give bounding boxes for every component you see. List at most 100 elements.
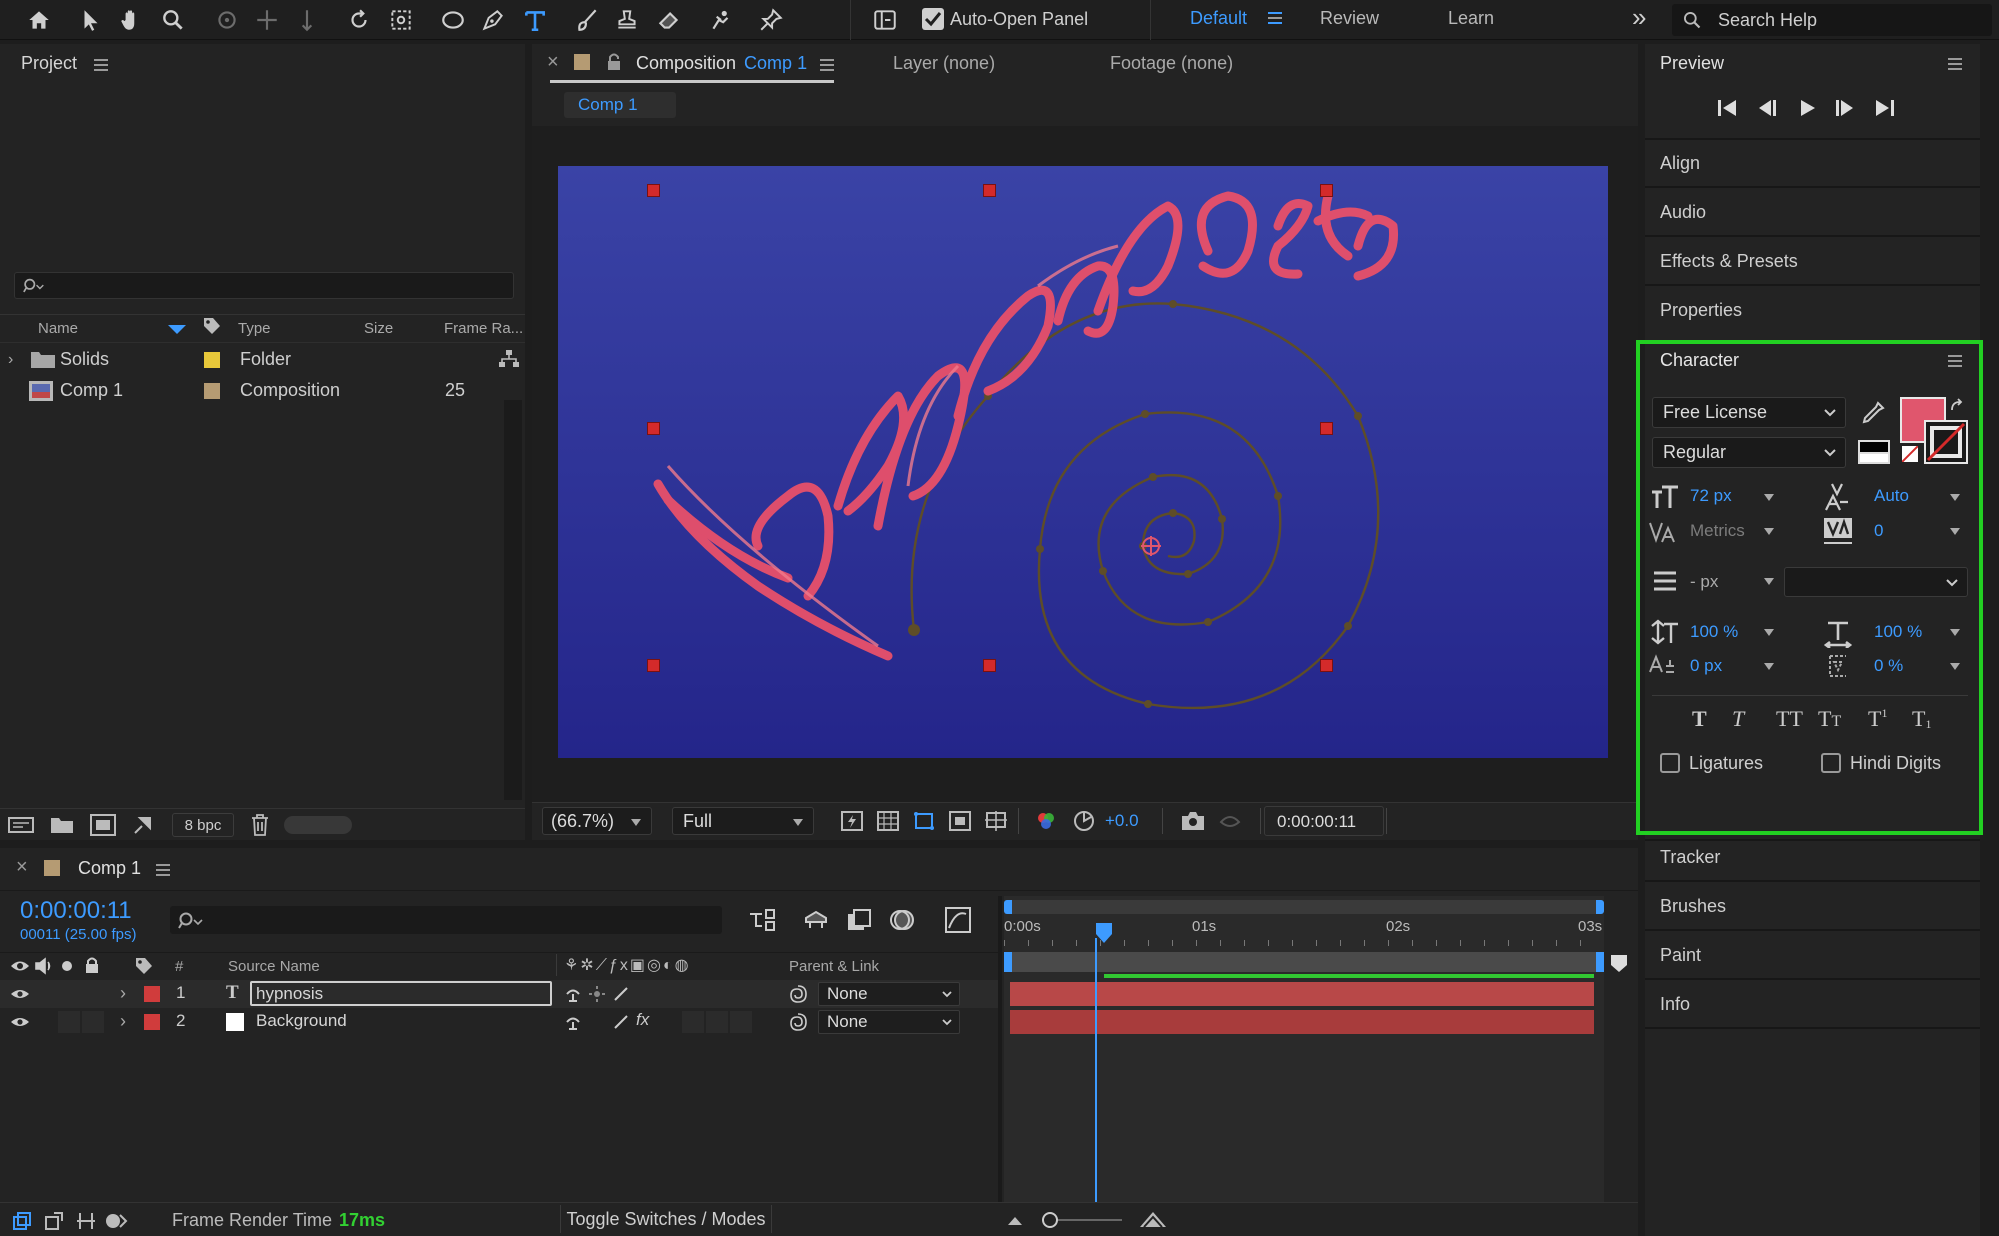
project-col-framerate[interactable]: Frame Ra...: [444, 320, 523, 337]
layer-name[interactable]: Background: [256, 1011, 347, 1031]
transparency-grid-icon[interactable]: [876, 810, 900, 832]
current-time-display[interactable]: 0:00:00:11: [1264, 806, 1384, 836]
source-name-header[interactable]: Source Name: [228, 958, 320, 975]
preview-panel-title[interactable]: Preview: [1660, 53, 1724, 74]
region-of-interest-icon[interactable]: [948, 810, 972, 832]
home-icon[interactable]: [22, 4, 56, 36]
playhead-handle[interactable]: [1095, 922, 1113, 943]
label-color-swatch[interactable]: [204, 352, 220, 368]
white-swatch[interactable]: [1858, 452, 1890, 464]
eye-visibility-icon[interactable]: [10, 1015, 30, 1029]
previous-frame-icon[interactable]: [1756, 98, 1778, 118]
transform-handle[interactable]: [1320, 422, 1333, 435]
composition-flowchart-icon[interactable]: [748, 908, 776, 932]
parent-dropdown[interactable]: None: [818, 1010, 960, 1034]
comp-breadcrumb[interactable]: Comp 1: [564, 92, 676, 118]
project-col-name[interactable]: Name: [38, 320, 78, 337]
interpret-footage-icon[interactable]: [8, 815, 34, 835]
panel-toggle-icon[interactable]: [868, 4, 902, 36]
solo-switch[interactable]: [58, 1011, 80, 1033]
draft-3d-icon[interactable]: [802, 908, 830, 932]
align-panel-tab[interactable]: Align: [1660, 153, 1700, 174]
all-caps-icon[interactable]: TT: [1776, 706, 1803, 732]
clone-stamp-icon[interactable]: [610, 4, 644, 36]
zoom-in-time-icon[interactable]: [1138, 1209, 1168, 1229]
properties-panel-tab[interactable]: Properties: [1660, 300, 1742, 321]
render-icon[interactable]: [132, 814, 154, 836]
graph-editor-icon[interactable]: [944, 906, 972, 934]
layer-row-1[interactable]: › 1 T hypnosis None: [0, 980, 1000, 1008]
stroke-width-value[interactable]: - px: [1690, 572, 1718, 592]
ellipse-tool-icon[interactable]: [436, 4, 470, 36]
project-menu-icon[interactable]: [94, 59, 108, 71]
layer-switches-icon[interactable]: [12, 1211, 32, 1231]
brush-tool-icon[interactable]: [570, 4, 604, 36]
play-icon[interactable]: [1796, 98, 1818, 118]
project-panel-title[interactable]: Project: [21, 53, 77, 74]
quality-switch-icon[interactable]: [612, 985, 630, 1003]
exposure-value[interactable]: +0.0: [1105, 811, 1139, 831]
pan-camera-icon[interactable]: [250, 4, 284, 36]
tsume-value[interactable]: 0 %: [1874, 656, 1903, 676]
3d-layer-switch[interactable]: [730, 1011, 752, 1033]
expand-arrow-icon[interactable]: ›: [8, 351, 13, 369]
transform-handle[interactable]: [1320, 184, 1333, 197]
fast-preview-icon[interactable]: [840, 810, 864, 832]
leading-dropdown-icon[interactable]: [1950, 494, 1960, 501]
first-frame-icon[interactable]: [1716, 98, 1738, 118]
shy-switch-icon[interactable]: [564, 1013, 582, 1031]
workspace-default[interactable]: Default: [1190, 8, 1247, 29]
font-size-dropdown-icon[interactable]: [1764, 494, 1774, 501]
new-composition-icon[interactable]: [90, 814, 116, 836]
grid-guides-icon[interactable]: [984, 810, 1008, 832]
hindi-digits-checkbox[interactable]: [1821, 753, 1841, 773]
reset-exposure-icon[interactable]: [1072, 809, 1096, 833]
transform-handle[interactable]: [1320, 659, 1333, 672]
bit-depth-button[interactable]: 8 bpc: [172, 813, 234, 837]
mask-visibility-icon[interactable]: [912, 810, 936, 832]
subscript-icon[interactable]: T1: [1912, 706, 1931, 732]
tracking-value[interactable]: 0: [1874, 521, 1883, 541]
project-scrollbar[interactable]: [504, 400, 522, 800]
workspace-review[interactable]: Review: [1320, 8, 1379, 29]
in-out-stretch-icon[interactable]: [76, 1211, 96, 1231]
layer-viewer-tab[interactable]: Layer (none): [893, 53, 995, 74]
next-frame-icon[interactable]: [1834, 98, 1856, 118]
layer-bar-background[interactable]: [1010, 1010, 1594, 1034]
baseline-shift-dropdown-icon[interactable]: [1764, 663, 1774, 670]
kerning-dropdown-icon[interactable]: [1764, 528, 1774, 535]
comp-marker-bin-icon[interactable]: [1608, 952, 1630, 974]
close-tab-icon[interactable]: ×: [547, 51, 559, 74]
transform-handle[interactable]: [983, 184, 996, 197]
effects-switch-icon[interactable]: fx: [636, 1010, 649, 1030]
superscript-icon[interactable]: T1: [1868, 706, 1887, 732]
tsume-dropdown-icon[interactable]: [1950, 663, 1960, 670]
project-item-comp1[interactable]: Comp 1 Composition 25: [0, 376, 525, 407]
label-color-swatch[interactable]: [204, 383, 220, 399]
rotate-tool-icon[interactable]: [342, 4, 376, 36]
label-tag-icon[interactable]: [202, 316, 222, 338]
tracker-panel-tab[interactable]: Tracker: [1660, 847, 1720, 868]
layer-row-2[interactable]: › 2 Background fx None: [0, 1008, 1000, 1036]
eye-visibility-icon[interactable]: [10, 987, 30, 1001]
timeline-tab[interactable]: Comp 1: [78, 858, 141, 879]
swap-colors-icon[interactable]: [1948, 398, 1966, 416]
faux-bold-icon[interactable]: T: [1692, 706, 1707, 732]
quality-switch-icon[interactable]: [612, 1013, 630, 1031]
character-menu-icon[interactable]: [1948, 355, 1962, 367]
baseline-shift-value[interactable]: 0 px: [1690, 656, 1722, 676]
roto-brush-icon[interactable]: [704, 4, 738, 36]
eraser-tool-icon[interactable]: [652, 4, 686, 36]
timeline-menu-icon[interactable]: [156, 864, 170, 876]
workspace-overflow-icon[interactable]: »: [1632, 2, 1646, 33]
transform-handle[interactable]: [647, 184, 660, 197]
time-ruler[interactable]: 0:00s 01s 02s 03s: [1004, 918, 1604, 948]
workspace-learn[interactable]: Learn: [1448, 8, 1494, 29]
selection-tool-icon[interactable]: [74, 4, 108, 36]
stroke-color-swatch[interactable]: [1924, 420, 1968, 464]
solo-switch[interactable]: [58, 983, 80, 1005]
transform-handle[interactable]: [647, 659, 660, 672]
motion-blur-switch[interactable]: [682, 1011, 704, 1033]
thumbnail-slider[interactable]: [284, 816, 352, 834]
zoom-tool-icon[interactable]: [156, 4, 190, 36]
